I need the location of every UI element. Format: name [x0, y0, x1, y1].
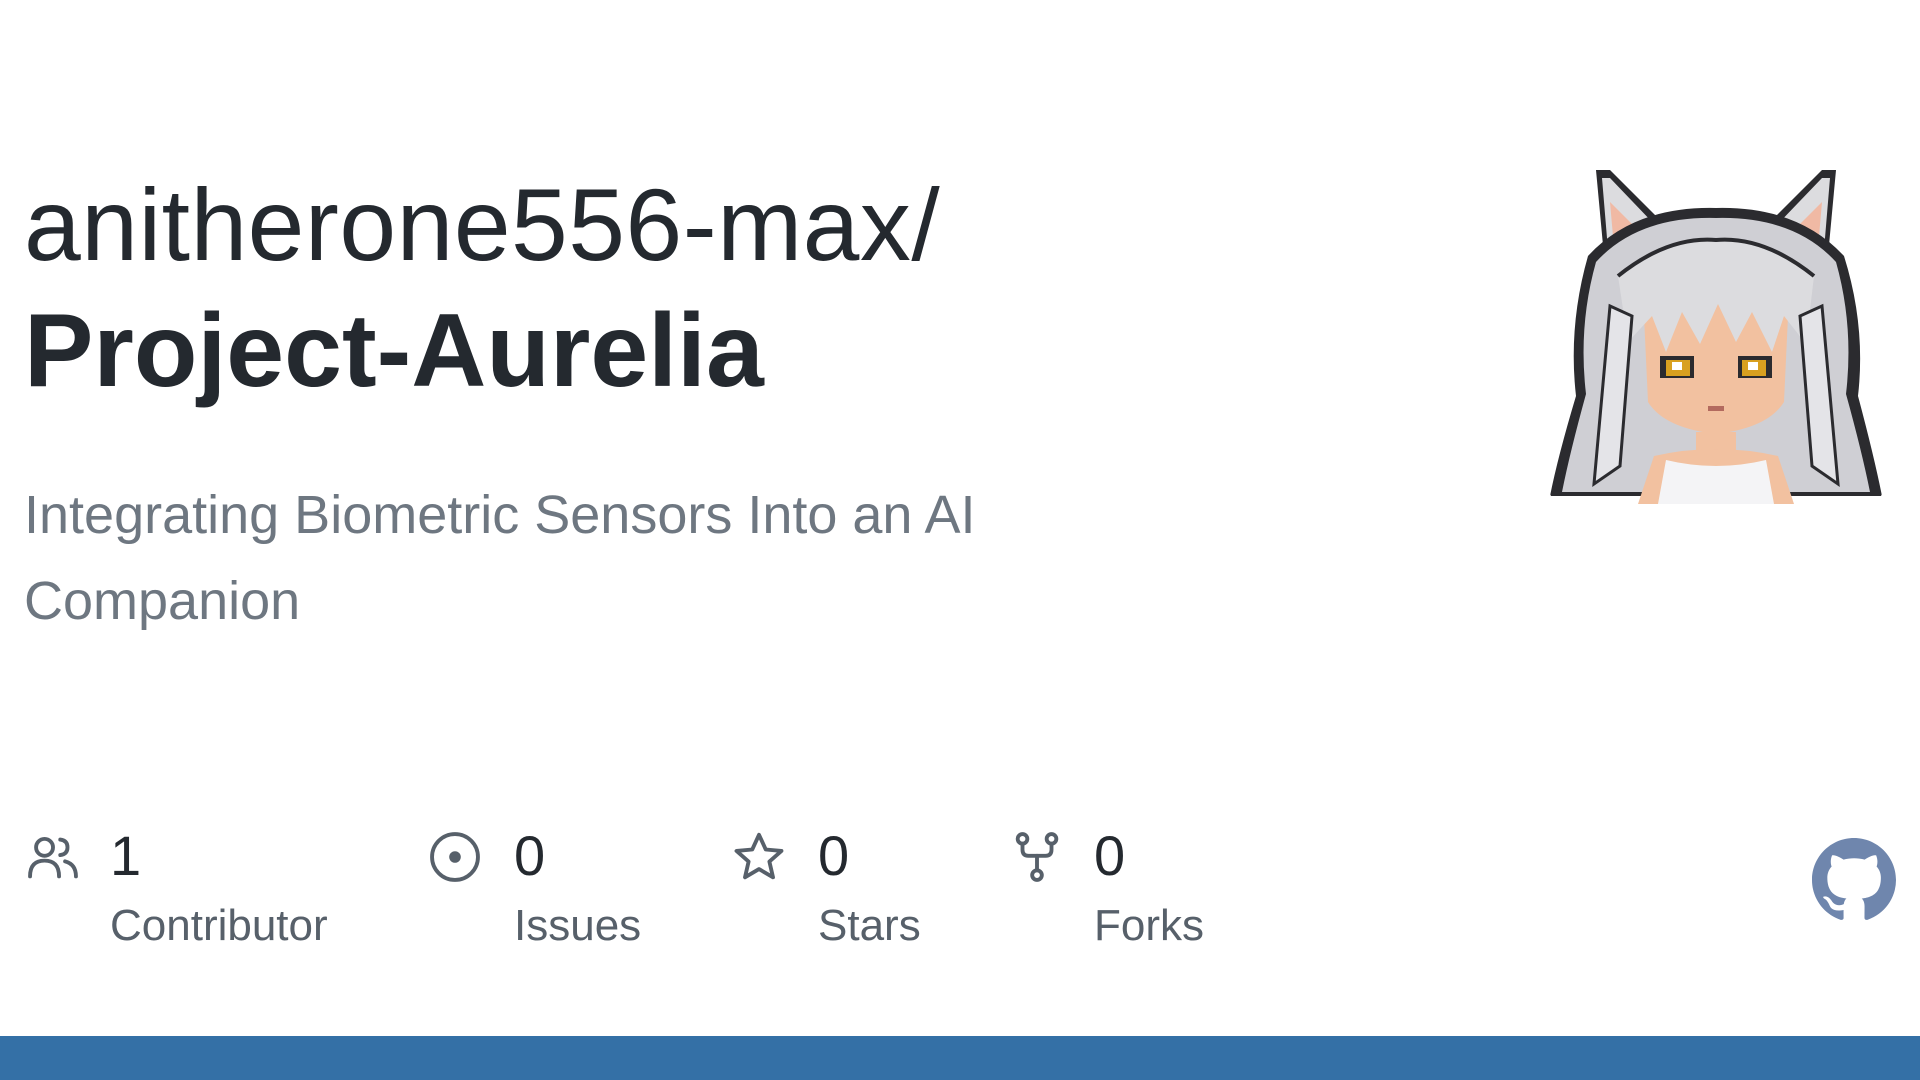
contributor-label: Contributor: [110, 901, 328, 950]
issue-label: Issues: [514, 901, 642, 950]
people-icon: [28, 836, 78, 879]
fork-icon: [1015, 832, 1059, 882]
issue-count: 0: [514, 824, 546, 887]
star-label: Stars: [818, 901, 921, 950]
star-icon: [734, 832, 784, 880]
repo-name[interactable]: Project-Aurelia: [24, 290, 764, 412]
repo-description: Integrating Biometric Sensors Into an AI…: [24, 485, 976, 631]
owner-avatar[interactable]: [1548, 166, 1884, 504]
repo-owner[interactable]: anitherone556-max/: [24, 164, 940, 286]
avatar-image: [1550, 170, 1882, 504]
contributor-count: 1: [110, 824, 142, 887]
repo-social-card: anitherone556-max/ Project-Aurelia Integ…: [0, 0, 1920, 1080]
issue-icon: [430, 832, 480, 882]
star-count: 0: [818, 824, 850, 887]
bottom-accent-bar: [0, 1036, 1920, 1080]
github-mark-icon[interactable]: [1812, 838, 1896, 922]
fork-count: 0: [1094, 824, 1126, 887]
fork-label: Forks: [1094, 901, 1204, 950]
